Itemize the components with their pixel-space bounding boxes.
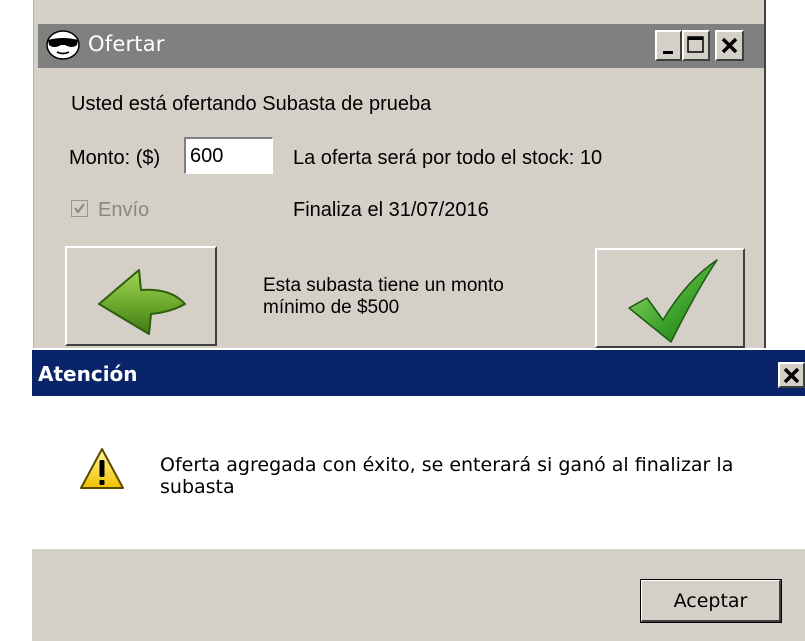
accept-button[interactable]: Aceptar (640, 579, 782, 623)
back-button[interactable] (65, 246, 217, 346)
offering-label: Usted está ofertando Subasta de prueba (71, 93, 432, 115)
amount-input[interactable]: 600 (184, 137, 273, 174)
close-button[interactable] (715, 30, 744, 61)
stock-label: La oferta será por todo el stock: 10 (293, 147, 603, 169)
sunglasses-face-icon (46, 30, 80, 60)
green-checkmark-icon (628, 259, 718, 343)
minimum-amount-line-2: mínimo de $500 (263, 297, 400, 318)
dialog-titlebar[interactable] (32, 350, 805, 396)
close-icon (783, 367, 800, 384)
ofertar-title: Ofertar (88, 32, 165, 56)
shipping-label: Envío (98, 199, 150, 221)
minimum-amount-label: Esta subasta tiene un monto mínimo de $5… (263, 275, 504, 319)
green-back-arrow-icon (98, 269, 186, 335)
warning-icon (79, 446, 125, 492)
maximize-icon (687, 36, 704, 53)
minimum-amount-line-1: Esta subasta tiene un monto (263, 275, 504, 296)
end-date-label: Finaliza el 31/07/2016 (293, 199, 489, 221)
dialog-title: Atención (38, 362, 138, 386)
checkmark-icon (74, 203, 85, 214)
shipping-checkbox[interactable] (71, 200, 88, 217)
attention-dialog: Atención Oferta agregada con éxito, se e… (30, 348, 805, 641)
minimize-icon (663, 51, 673, 54)
minimize-button[interactable] (655, 30, 682, 61)
dialog-message: Oferta agregada con éxito, se enterará s… (160, 454, 734, 498)
maximize-button[interactable] (682, 30, 710, 61)
dialog-body: Oferta agregada con éxito, se enterará s… (32, 396, 805, 549)
dialog-close-button[interactable] (778, 362, 805, 388)
close-icon (721, 37, 738, 54)
confirm-bid-button[interactable] (595, 248, 745, 348)
amount-label: Monto: ($) (69, 147, 161, 169)
